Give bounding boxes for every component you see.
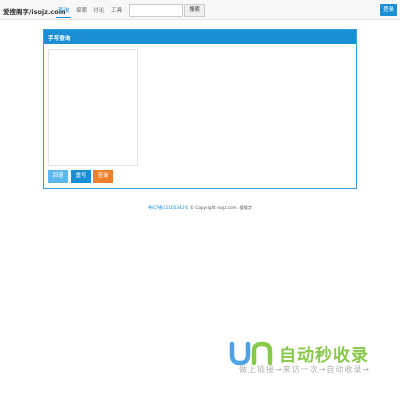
login-button[interactable]: 登录: [380, 4, 397, 16]
nav-link-query[interactable]: 查询: [55, 6, 72, 18]
panel-heading: 手写查询: [44, 30, 356, 44]
nav-link-explore[interactable]: 探索: [76, 6, 87, 14]
copyright-text: © Copyright isojz.com. 搜搜字: [188, 205, 252, 210]
top-navbar: 爱搜阁字/isojz.com 查询 探索 讨论 工具 搜索 登录: [0, 0, 400, 20]
handwriting-canvas[interactable]: [48, 49, 138, 166]
search-input[interactable]: [129, 4, 183, 17]
nav-link-discuss[interactable]: 讨论: [93, 6, 104, 14]
footer: 粤ICP备15105342号 © Copyright isojz.com. 搜搜…: [0, 205, 400, 211]
search-button[interactable]: 搜索: [184, 4, 205, 17]
watermark-subtitle: 做上链接→来访一次→自动收录→: [239, 365, 371, 374]
back-button[interactable]: 回退: [48, 170, 68, 183]
handwriting-panel: 手写查询 回退 重写 查询: [43, 29, 357, 189]
site-brand[interactable]: 爱搜阁字/isojz.com: [3, 6, 66, 16]
panel-title: 手写查询: [48, 36, 71, 42]
watermark-logo-icon: [229, 341, 273, 366]
query-button[interactable]: 查询: [93, 170, 113, 183]
icp-link[interactable]: 粤ICP备15105342号: [148, 205, 189, 210]
nav-link-tools[interactable]: 工具: [111, 6, 122, 14]
watermark-title: 自动秒收录: [279, 346, 369, 366]
watermark: 自动秒收录 做上链接→来访一次→自动收录→: [229, 340, 389, 380]
rewrite-button[interactable]: 重写: [71, 170, 91, 183]
